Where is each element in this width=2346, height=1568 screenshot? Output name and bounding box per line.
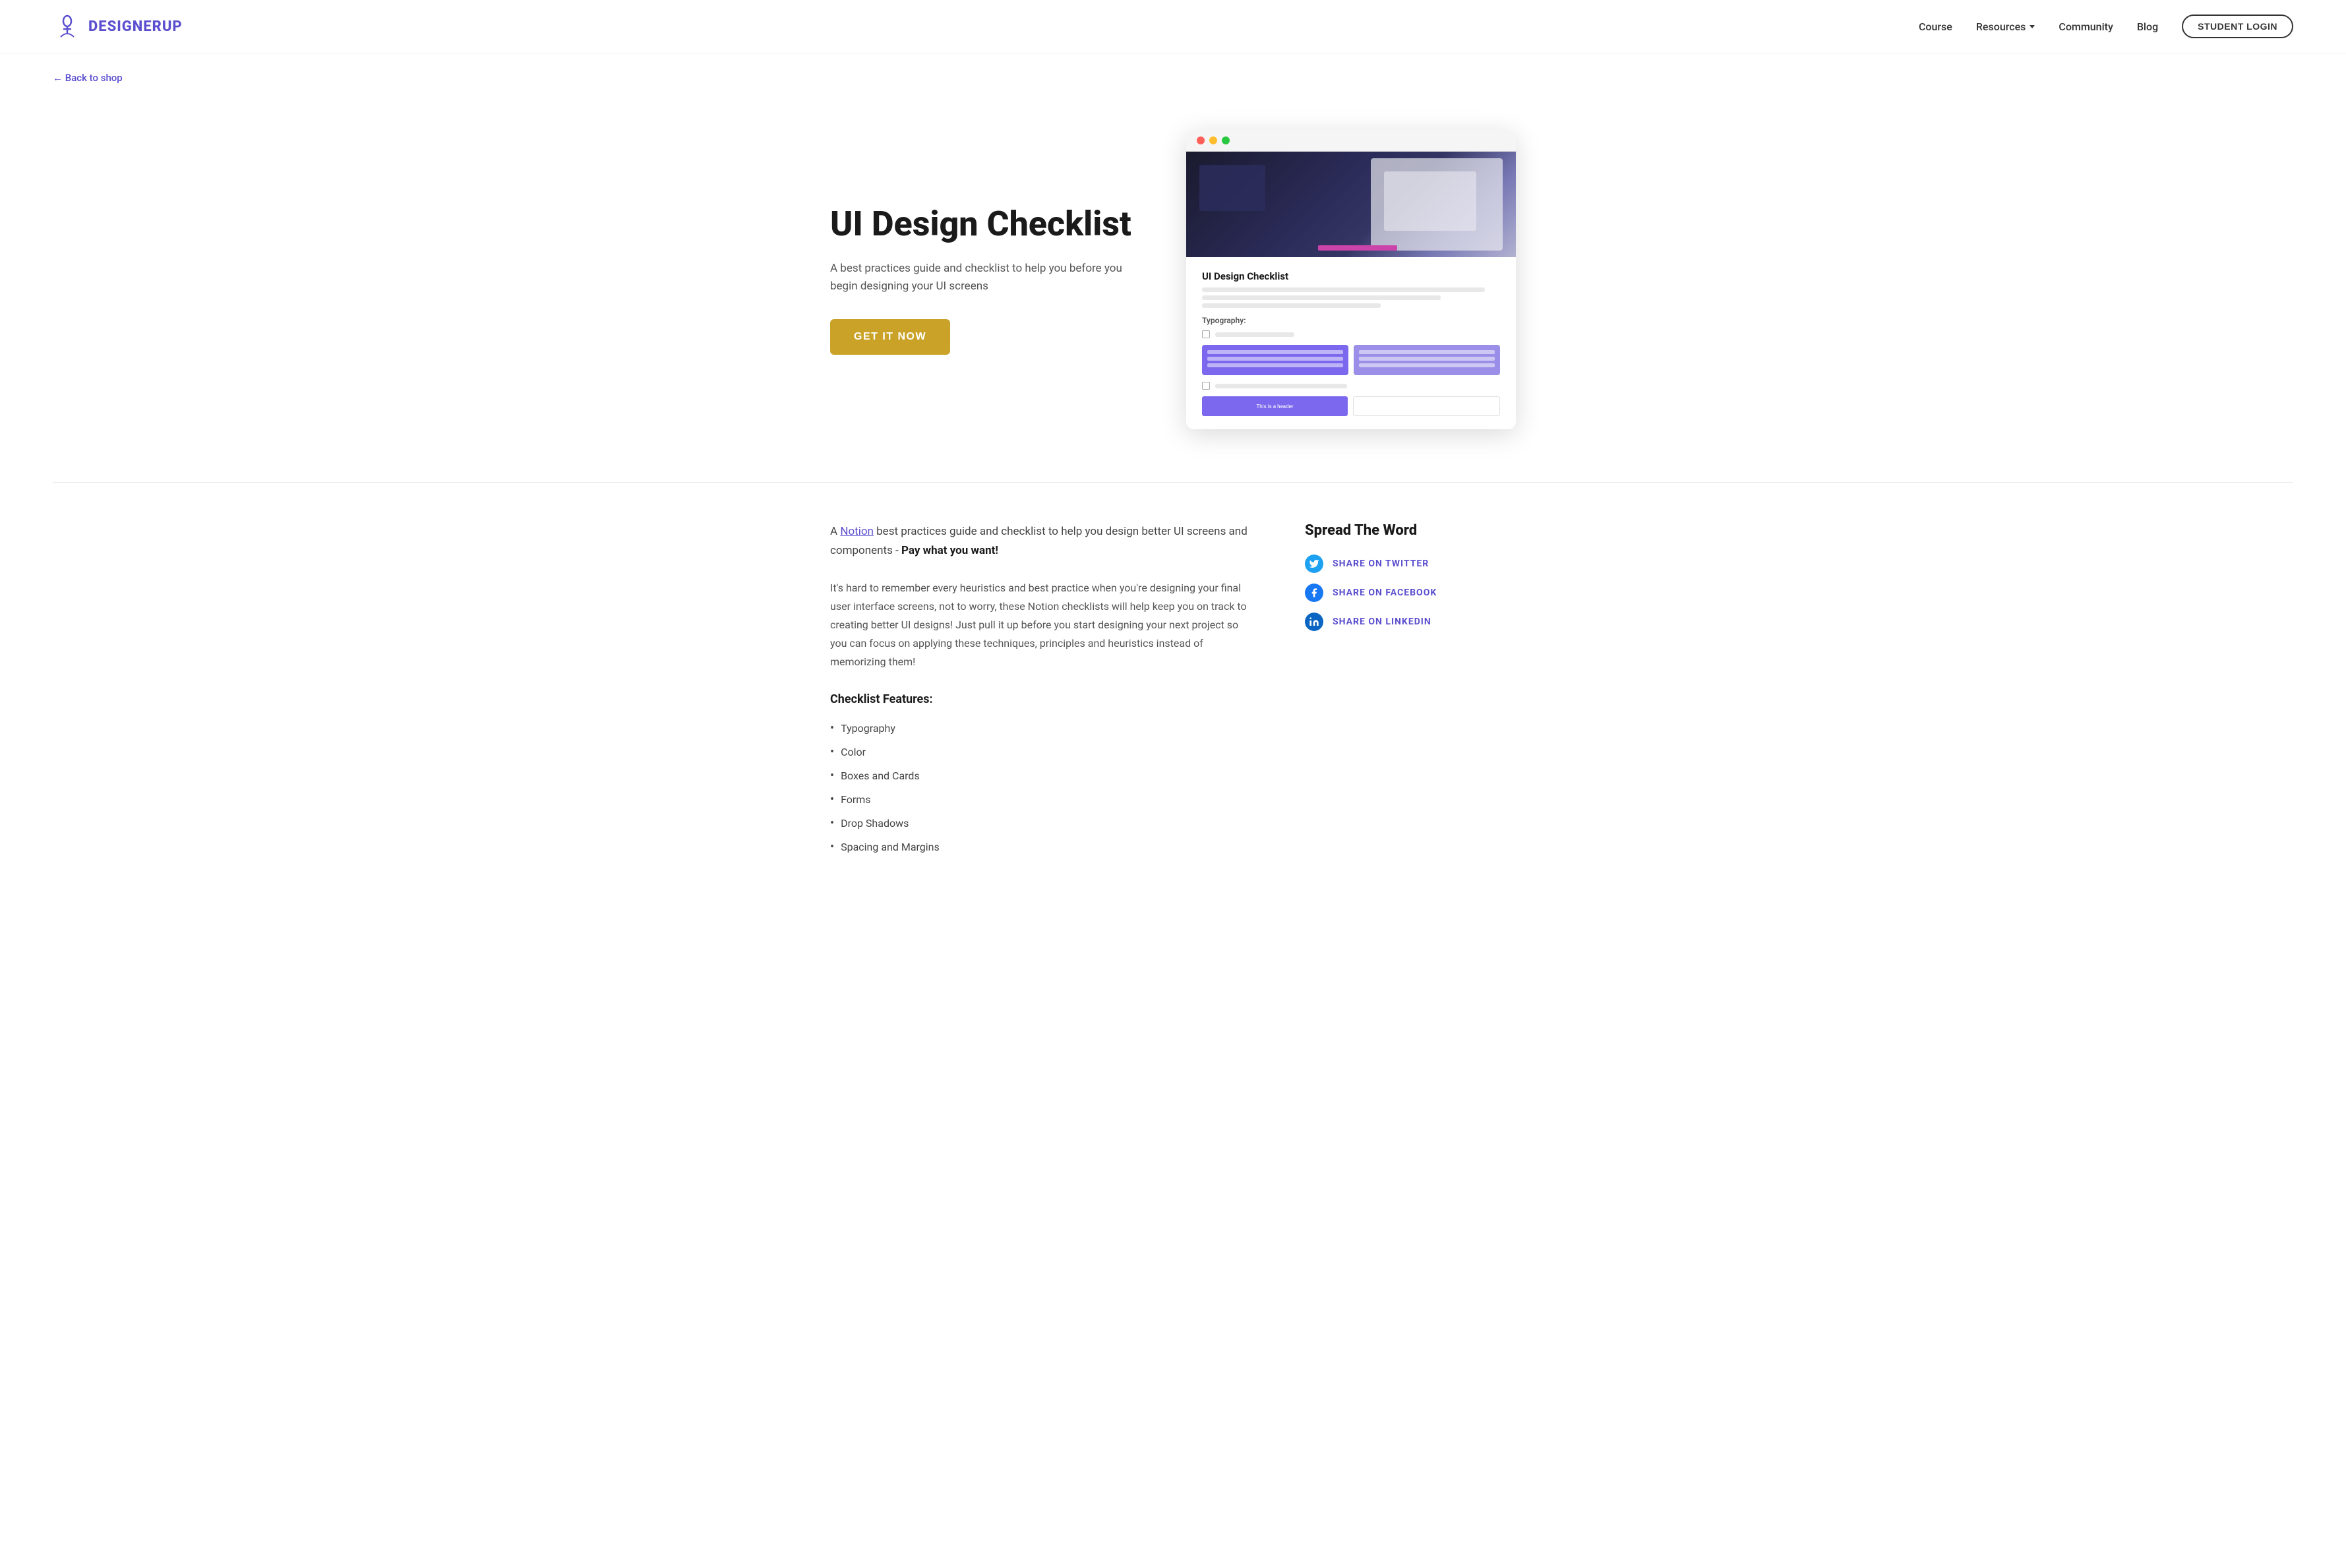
nav-course[interactable]: Course bbox=[1919, 20, 1952, 33]
logo-icon bbox=[53, 12, 82, 41]
brand-name: DESIGNERUP bbox=[88, 18, 183, 35]
facebook-label[interactable]: SHARE ON FACEBOOK bbox=[1333, 588, 1437, 598]
social-share-list: SHARE ON TWITTER SHARE ON FACEBOOK SH bbox=[1305, 555, 1516, 631]
twitter-svg bbox=[1309, 558, 1319, 569]
content-section: A Notion best practices guide and checkl… bbox=[777, 483, 1569, 899]
hero-right: UI Design Checklist Typography: bbox=[1186, 130, 1516, 429]
linkedin-label[interactable]: SHARE ON LINKEDIN bbox=[1333, 617, 1431, 627]
content-body: It's hard to remember every heuristics a… bbox=[830, 579, 1252, 671]
mockup-text-3 bbox=[1202, 303, 1381, 308]
back-link-container: ← Back to shop bbox=[0, 53, 2346, 90]
mockup-header-preview: This is a header bbox=[1202, 396, 1500, 416]
mockup-topbar bbox=[1186, 130, 1516, 152]
checklist-list: Typography Color Boxes and Cards Forms D… bbox=[830, 717, 1252, 859]
student-login-button[interactable]: STUDENT LOGIN bbox=[2182, 15, 2293, 38]
checklist-item-6: Spacing and Margins bbox=[830, 835, 1252, 859]
hero-left: UI Design Checklist A best practices gui… bbox=[830, 204, 1147, 355]
checklist-title: Checklist Features: bbox=[830, 692, 1252, 706]
intro-bold: Pay what you want! bbox=[901, 544, 998, 557]
nav-blog[interactable]: Blog bbox=[2137, 20, 2158, 33]
dot-red bbox=[1197, 136, 1205, 144]
mockup-header-box-2 bbox=[1353, 396, 1500, 416]
checklist-item-4: Forms bbox=[830, 788, 1252, 812]
mockup-content: UI Design Checklist Typography: bbox=[1186, 257, 1516, 429]
share-linkedin[interactable]: SHARE ON LINKEDIN bbox=[1305, 613, 1516, 631]
mockup-card-1 bbox=[1202, 345, 1348, 375]
mockup-section-title: UI Design Checklist bbox=[1202, 270, 1500, 282]
mockup-subtitle: Typography: bbox=[1202, 316, 1500, 325]
facebook-icon bbox=[1305, 584, 1323, 602]
intro-prefix: A bbox=[830, 525, 840, 538]
hero-title: UI Design Checklist bbox=[830, 204, 1147, 244]
dot-yellow bbox=[1209, 136, 1217, 144]
mockup-checkbox-text bbox=[1215, 332, 1294, 337]
twitter-label[interactable]: SHARE ON TWITTER bbox=[1333, 558, 1429, 569]
mockup-card-text-6 bbox=[1359, 363, 1495, 367]
mockup-checkbox bbox=[1202, 330, 1210, 338]
hero-description: A best practices guide and checklist to … bbox=[830, 260, 1147, 295]
content-right: Spread The Word SHARE ON TWITTER SHARE O… bbox=[1305, 522, 1516, 859]
mockup-card-2 bbox=[1354, 345, 1500, 375]
chevron-down-icon bbox=[2030, 25, 2035, 28]
logo-link[interactable]: DESIGNERUP bbox=[53, 12, 183, 41]
mockup-card-text-2 bbox=[1207, 357, 1343, 361]
checklist-item-3: Boxes and Cards bbox=[830, 764, 1252, 788]
mockup-checkbox-2 bbox=[1202, 382, 1210, 390]
mockup-checkbox-row bbox=[1202, 330, 1500, 338]
dot-green bbox=[1222, 136, 1230, 144]
mockup-card-text-3 bbox=[1207, 363, 1343, 367]
mockup-text-1 bbox=[1202, 287, 1485, 292]
mockup-grid-row bbox=[1202, 345, 1500, 375]
hero-section: UI Design Checklist A best practices gui… bbox=[777, 90, 1569, 482]
nav-community[interactable]: Community bbox=[2059, 20, 2113, 33]
checklist-item-5: Drop Shadows bbox=[830, 812, 1252, 835]
nav-links: Course Resources Community Blog STUDENT … bbox=[1919, 15, 2293, 38]
navbar: DESIGNERUP Course Resources Community Bl… bbox=[0, 0, 2346, 53]
mockup-image-area bbox=[1186, 152, 1516, 257]
mockup-card-text-5 bbox=[1359, 357, 1495, 361]
intro-middle: best practices guide and checklist to he… bbox=[830, 525, 1248, 557]
checklist-item-2: Color bbox=[830, 740, 1252, 764]
content-intro: A Notion best practices guide and checkl… bbox=[830, 522, 1252, 560]
mockup-card-text-1 bbox=[1207, 350, 1343, 354]
mockup-checkbox-row-2 bbox=[1202, 382, 1500, 390]
facebook-svg bbox=[1309, 588, 1319, 598]
linkedin-svg bbox=[1309, 617, 1319, 627]
linkedin-icon bbox=[1305, 613, 1323, 631]
get-it-now-button[interactable]: GET IT NOW bbox=[830, 319, 950, 355]
content-left: A Notion best practices guide and checkl… bbox=[830, 522, 1252, 859]
mockup-checkbox-text-2 bbox=[1215, 384, 1347, 388]
back-to-shop-link[interactable]: ← Back to shop bbox=[53, 72, 2293, 84]
share-facebook[interactable]: SHARE ON FACEBOOK bbox=[1305, 584, 1516, 602]
share-twitter[interactable]: SHARE ON TWITTER bbox=[1305, 555, 1516, 573]
nav-resources[interactable]: Resources bbox=[1976, 20, 2035, 33]
notion-link[interactable]: Notion bbox=[840, 525, 874, 538]
mockup-text-2 bbox=[1202, 295, 1441, 300]
mockup-header-box-1: This is a header bbox=[1202, 396, 1348, 416]
checklist-item-1: Typography bbox=[830, 717, 1252, 740]
spread-title: Spread The Word bbox=[1305, 522, 1516, 539]
product-mockup: UI Design Checklist Typography: bbox=[1186, 130, 1516, 429]
mockup-card-text-4 bbox=[1359, 350, 1495, 354]
twitter-icon bbox=[1305, 555, 1323, 573]
mockup-header-label-1: This is a header bbox=[1256, 404, 1293, 409]
